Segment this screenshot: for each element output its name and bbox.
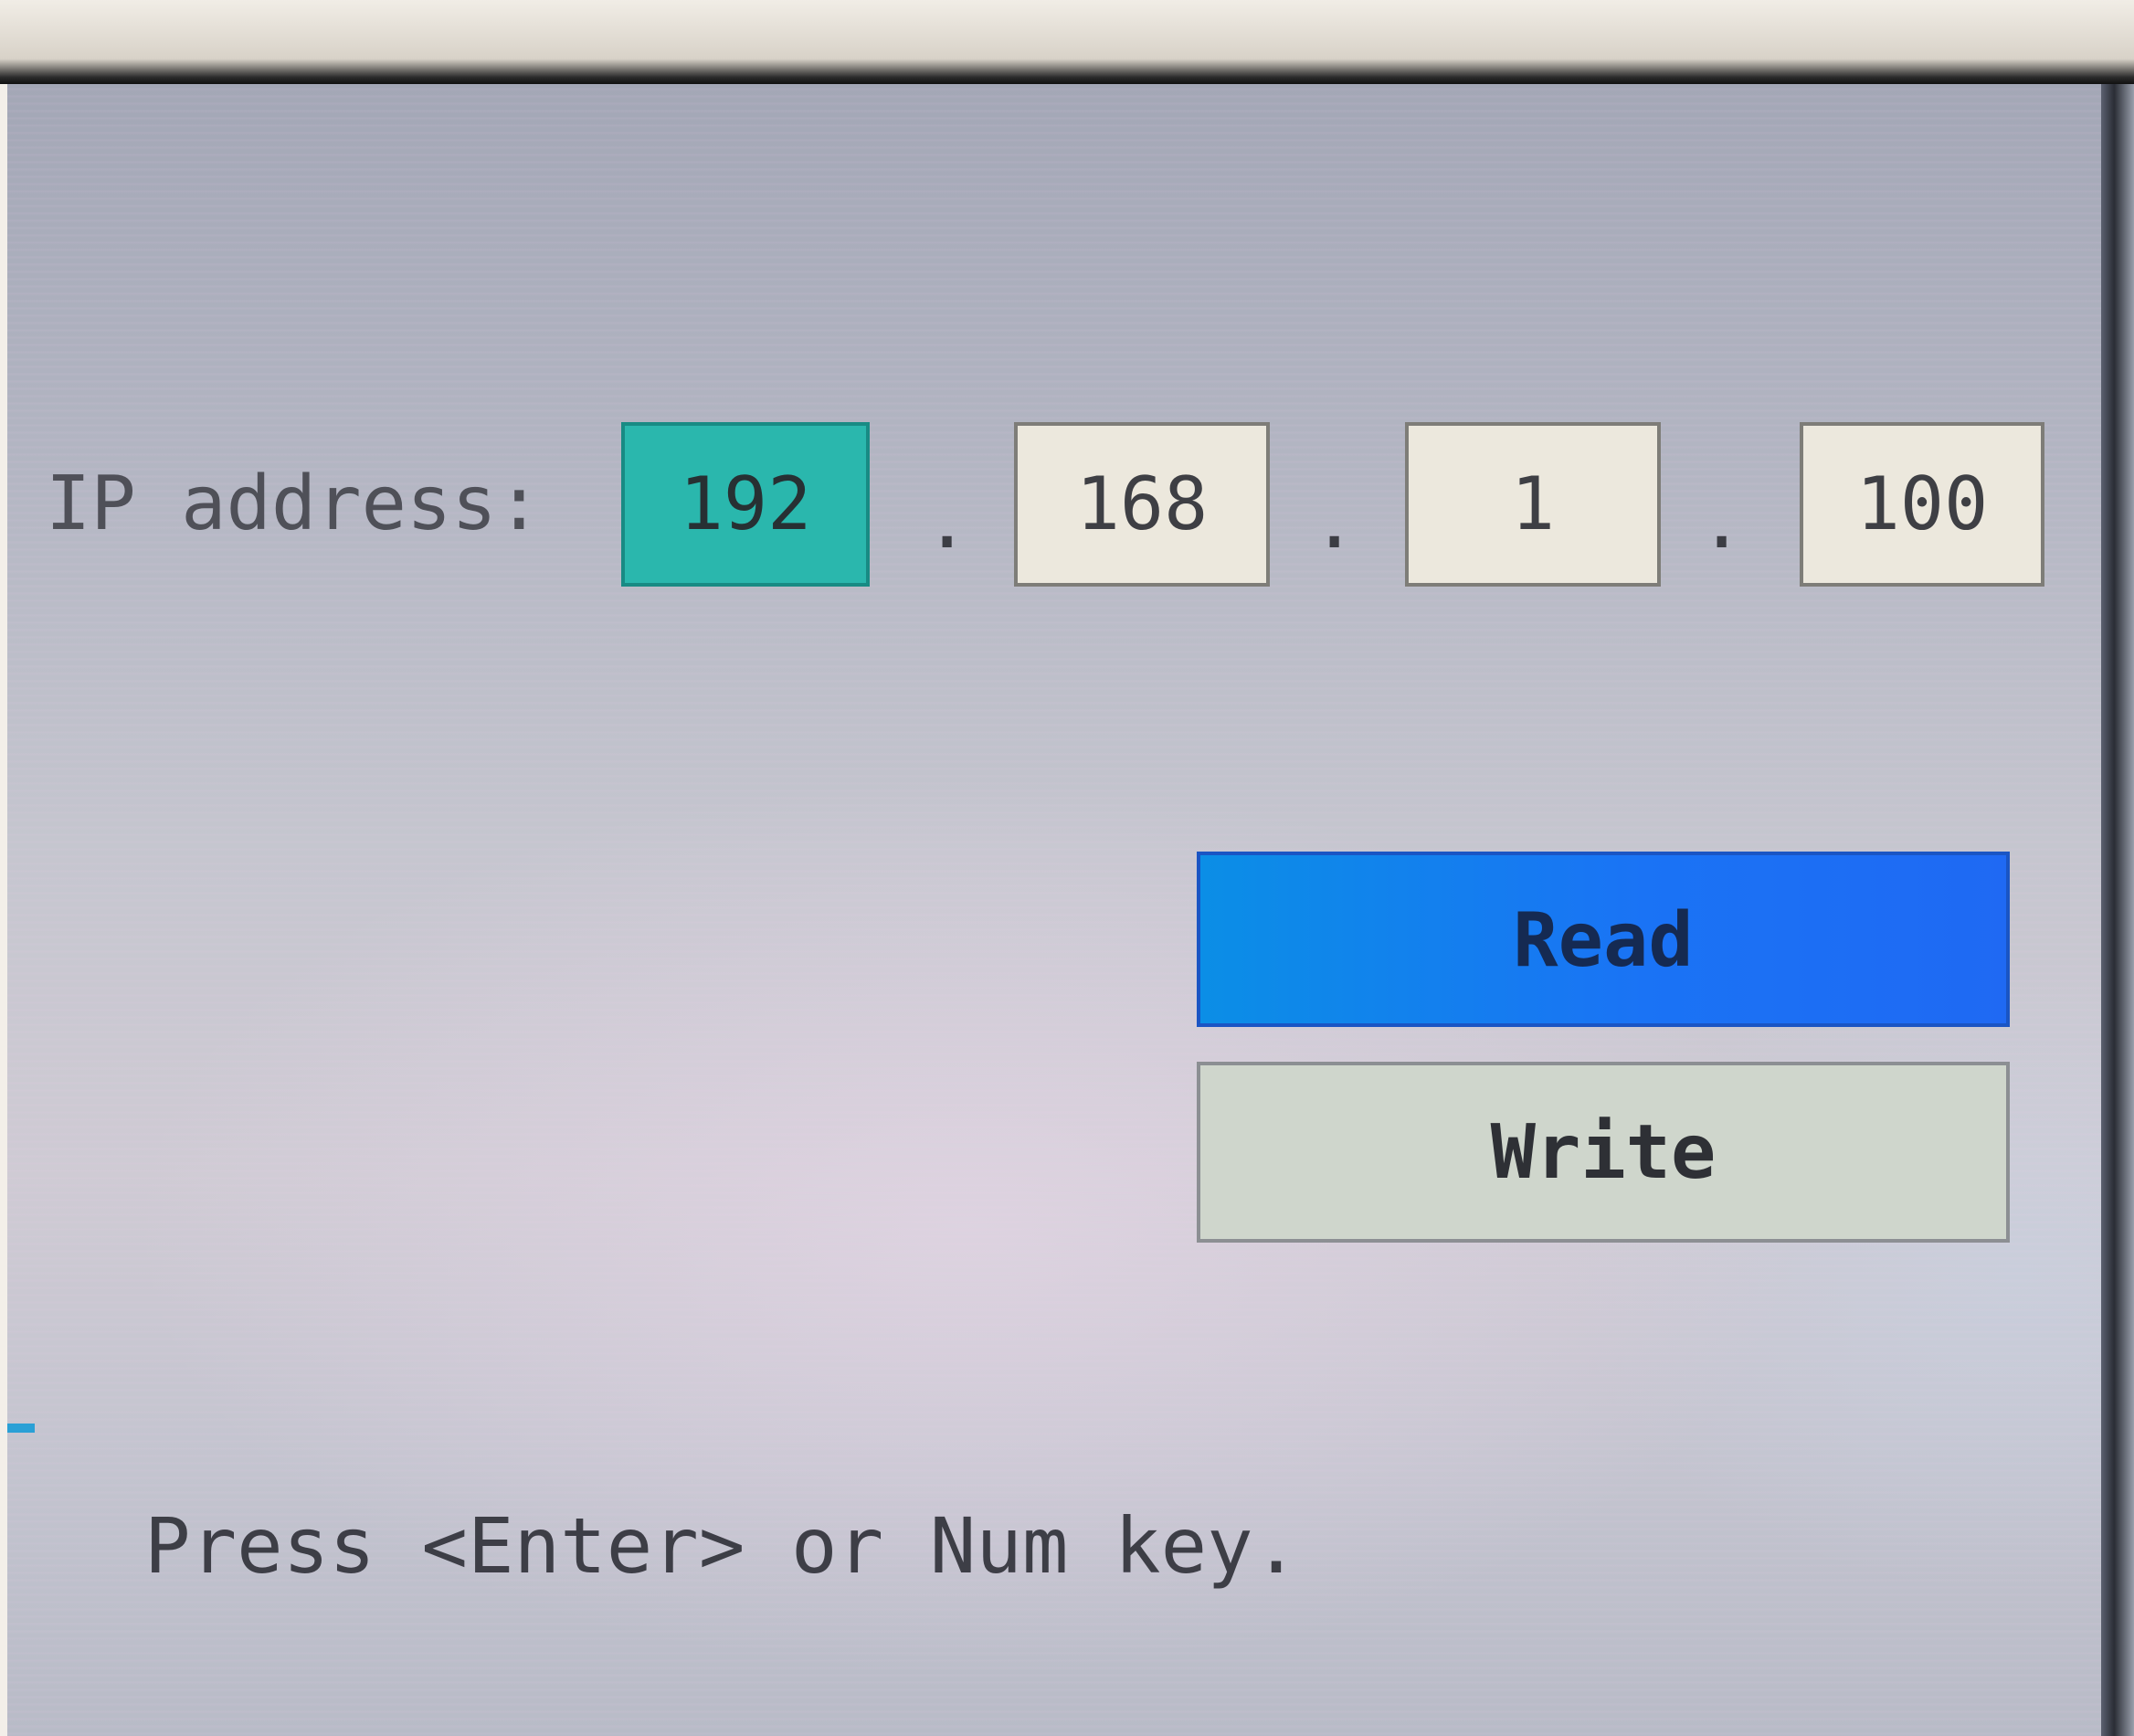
ip-separator-3: .	[1699, 479, 1745, 566]
write-button[interactable]: Write	[1197, 1062, 2010, 1243]
monitor-bezel-top	[0, 0, 2134, 84]
cursor-marker-icon	[7, 1424, 35, 1433]
device-screen: IP address: 192 . 168 . 1 . 100 Read Wri…	[7, 84, 2101, 1736]
ip-octet-3-field[interactable]: 1	[1405, 422, 1661, 587]
monitor-bezel-right	[2101, 84, 2134, 1736]
ip-octet-1-field[interactable]: 192	[621, 422, 870, 587]
ip-separator-2: .	[1312, 479, 1358, 566]
ip-address-label: IP address:	[46, 460, 543, 547]
key-hint-text: Press <Enter> or Num key.	[144, 1501, 1300, 1591]
read-button[interactable]: Read	[1197, 852, 2010, 1027]
ip-separator-1: .	[924, 479, 970, 566]
monitor-bezel-left	[0, 84, 7, 1736]
ip-octet-4-field[interactable]: 100	[1800, 422, 2044, 587]
ip-octet-2-field[interactable]: 168	[1014, 422, 1270, 587]
